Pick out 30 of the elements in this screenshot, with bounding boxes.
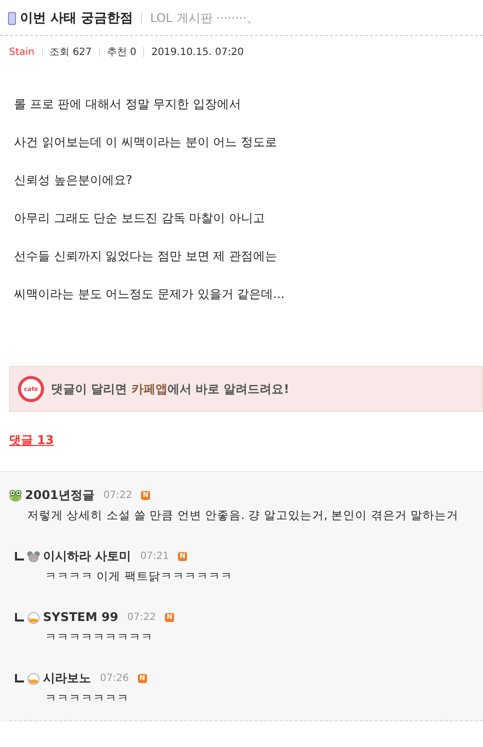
comment-time: 07:21 [140, 550, 170, 562]
comments-link[interactable]: 댓글 13 [9, 432, 54, 449]
frog-icon [9, 488, 22, 502]
duck-icon [27, 610, 40, 624]
body-text: 아무리 그래도 단순 보드진 감독 마찰이 아니고 [14, 210, 266, 227]
duck-icon [27, 672, 40, 684]
body-text: 롤 프로 판에 대해서 정말 무지한 입장에서 [14, 96, 242, 113]
body-text: 신뢰성 높은분이에요? [14, 172, 134, 189]
post-date: 2019.10.15. 07:20 [151, 46, 244, 58]
mobile-icon [8, 12, 16, 24]
post-title: 이번 사태 궁금한점 [20, 10, 134, 27]
body-text: 씨맥이라는 분도 어느정도 문제가 있을거 같은데... [14, 286, 286, 303]
comment-text: 저렇게 상세히 소설 쓸 만큼 언변 안좋음. 걍 알고있는거, 본인이 겪은거 말하는거 [26, 507, 460, 523]
mouse-icon [27, 550, 40, 562]
commenter-name[interactable]: 2001년정글 [25, 486, 94, 504]
view-count: 조회 627 [50, 46, 92, 59]
comment-time: 07:22 [103, 490, 132, 500]
commenter-name[interactable]: SYSTEM 99 [43, 610, 118, 624]
comment-text: ㅋㅋㅋㅋㅋㅋㅋㅋㅋ [44, 629, 154, 645]
body-text: 선수들 신뢰까지 잃었다는 점만 보면 제 관점에는 [14, 248, 278, 265]
notice-message: 댓글이 달리면 카페앱에서 바로 알려드려요! [51, 380, 290, 398]
comment-text: ㅋㅋㅋㅋㅋㅋㅋ [44, 690, 130, 706]
author-name[interactable]: Stain [9, 46, 35, 58]
commenter-name[interactable]: 시라보노 [43, 670, 91, 686]
comment-time: 07:22 [127, 612, 156, 622]
commenter-name[interactable]: 이시하라 사토미 [43, 548, 132, 564]
like-count: 추천 0 [106, 46, 136, 59]
body-text: 사건 읽어보는데 이 씨맥이라는 분이 어느 정도로 [14, 134, 278, 151]
comment-time: 07:26 [100, 672, 129, 684]
comment-text: ㅋㅋㅋㅋ 이게 팩트닭ㅋㅋㅋㅋㅋㅋ [44, 568, 234, 584]
